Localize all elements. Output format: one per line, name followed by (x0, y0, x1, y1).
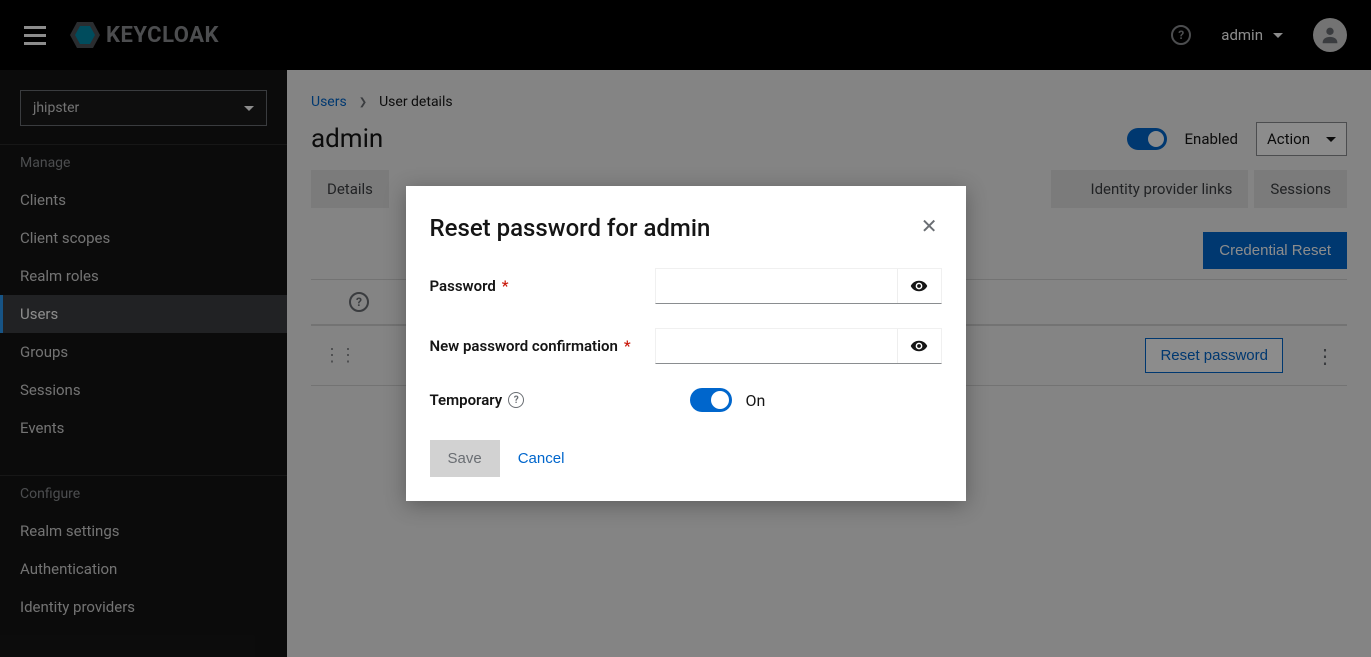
eye-icon (910, 337, 928, 355)
temporary-toggle[interactable] (690, 388, 732, 412)
confirm-password-input[interactable] (656, 329, 897, 363)
temporary-state: On (746, 391, 766, 410)
cancel-button[interactable]: Cancel (518, 450, 565, 467)
save-button[interactable]: Save (430, 440, 500, 477)
password-input[interactable] (656, 269, 897, 303)
close-icon[interactable]: ✕ (917, 214, 942, 238)
reset-password-modal: Reset password for admin ✕ Password * Ne… (406, 186, 966, 501)
required-indicator: * (502, 277, 509, 295)
temporary-label: Temporary (430, 391, 503, 409)
toggle-confirm-visibility[interactable] (897, 329, 941, 363)
help-icon[interactable]: ? (508, 392, 524, 408)
modal-overlay: Reset password for admin ✕ Password * Ne… (0, 0, 1371, 657)
required-indicator: * (624, 337, 631, 355)
confirm-password-label: New password confirmation (430, 337, 618, 355)
modal-title: Reset password for admin (430, 214, 711, 242)
confirm-password-input-wrap (655, 328, 942, 364)
eye-icon (910, 277, 928, 295)
toggle-password-visibility[interactable] (897, 269, 941, 303)
password-input-wrap (655, 268, 942, 304)
password-label: Password (430, 277, 496, 295)
